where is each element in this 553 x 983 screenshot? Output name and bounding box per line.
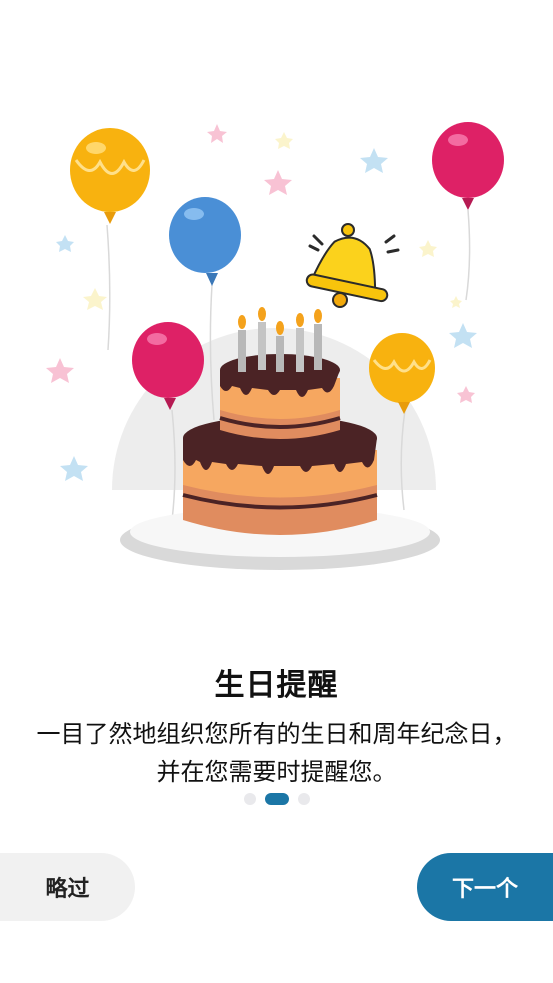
star-icon (264, 170, 292, 195)
star-icon (60, 456, 88, 481)
balloon-blue (169, 197, 241, 286)
page-dot-3 (297, 793, 310, 805)
next-button[interactable]: 下一个 (417, 853, 553, 921)
page-dot-1 (243, 793, 256, 805)
bell-icon (305, 223, 400, 308)
balloon-pink-right (432, 122, 504, 210)
page-title: 生日提醒 (214, 668, 339, 703)
birthday-illustration (46, 122, 504, 570)
page-indicator (0, 793, 553, 805)
star-icon (360, 148, 388, 173)
page-dot-2-active (264, 793, 289, 805)
star-icon (46, 358, 74, 383)
onboarding-screen: 生日提醒 一目了然地组织您所有的生日和周年纪念日，并在您需要时提醒您。 略过 下… (0, 0, 553, 983)
page-description: 一目了然地组织您所有的生日和周年纪念日，并在您需要时提醒您。 (36, 720, 517, 786)
star-icon (275, 132, 293, 149)
star-icon (419, 240, 437, 257)
star-icon (450, 296, 462, 308)
skip-button[interactable]: 略过 (0, 853, 135, 921)
star-icon (83, 288, 107, 310)
star-icon (56, 235, 74, 252)
star-icon (457, 386, 475, 403)
balloon-yellow-left (70, 128, 150, 224)
star-icon (207, 124, 227, 143)
star-icon (449, 323, 477, 348)
